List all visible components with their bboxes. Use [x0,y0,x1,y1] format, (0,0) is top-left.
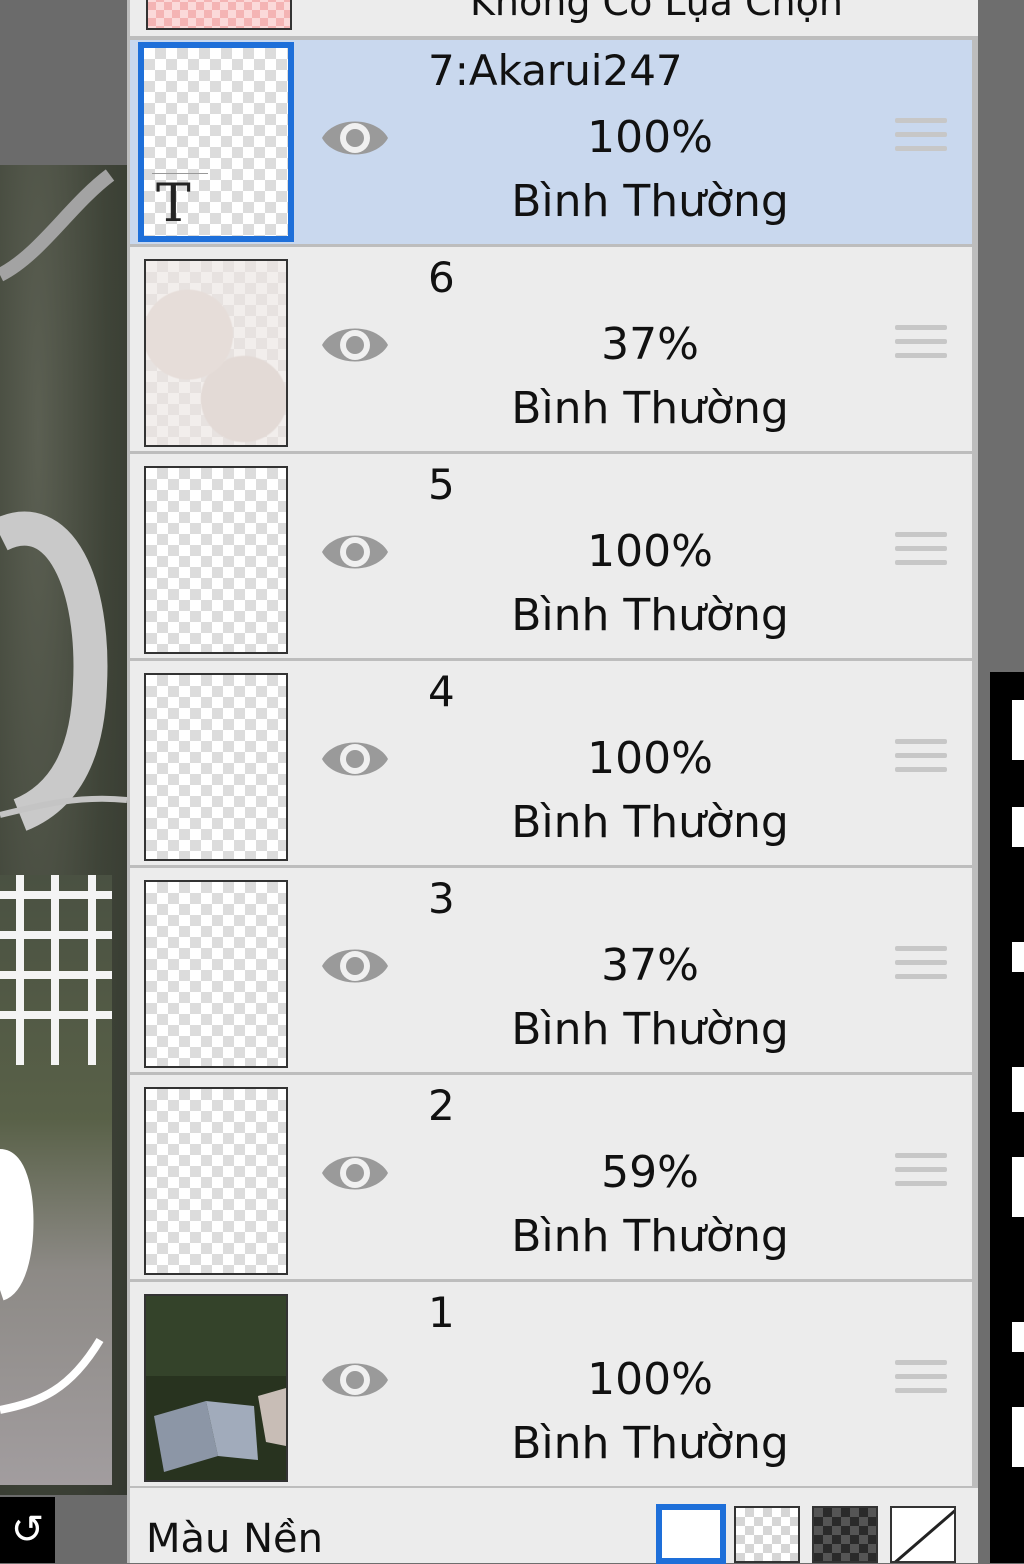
transparent-background-swatch[interactable] [734,1506,800,1563]
layer-blend-mode: Bình Thường [511,176,789,227]
layer-name: 3 [428,874,455,923]
settings-icon[interactable] [1012,1322,1024,1352]
selection-thumbnail [146,0,292,30]
visibility-eye-icon[interactable] [318,936,392,996]
layer-row-4[interactable]: 4 100% Bình Thường [130,661,972,865]
selection-layer-row[interactable]: Không Có Lựa Chọn [130,0,978,36]
selection-label: Không Có Lựa Chọn [470,0,843,24]
canvas-figure [0,1149,104,1414]
merge-icon[interactable] [1012,1157,1024,1217]
right-margin [980,0,1024,672]
canvas-artwork [0,169,127,831]
layer-row-7[interactable]: T 7:Akarui247 100% Bình Thường [130,40,972,244]
move-down-icon[interactable] [1012,1067,1024,1112]
layer-name: 4 [428,667,455,716]
canvas-grid-overlay [0,875,112,1065]
layer-panel: Không Có Lựa Chọn T 7:Akarui247 100% Bìn… [127,0,978,1564]
visibility-eye-icon[interactable] [318,1143,392,1203]
layer-thumbnail [144,880,288,1068]
layer-row-3[interactable]: 3 37% Bình Thường [130,868,972,1072]
photo-thumbnail-art [146,1296,286,1480]
layer-blend-mode: Bình Thường [511,797,789,848]
drag-handle-icon[interactable] [895,739,947,783]
background-color-label: Màu Nền [146,1516,323,1562]
layer-opacity: 100% [587,733,713,784]
delete-icon[interactable] [1012,1407,1024,1467]
layer-blend-mode: Bình Thường [511,383,789,434]
undo-arrow-icon[interactable]: ↺ [0,1497,55,1563]
drag-handle-icon[interactable] [895,118,947,162]
visibility-eye-icon[interactable] [318,729,392,789]
visibility-eye-icon[interactable] [318,108,392,168]
layer-blend-mode: Bình Thường [511,1418,789,1469]
layer-opacity: 100% [587,1354,713,1405]
side-toolbar [990,672,1024,1563]
layer-row-2[interactable]: 2 59% Bình Thường [130,1075,972,1279]
menu-icon[interactable] [1012,700,1024,760]
canvas-preview[interactable] [0,0,127,1563]
drag-handle-icon[interactable] [895,1153,947,1197]
layer-row-5[interactable]: 5 100% Bình Thường [130,454,972,658]
add-layer-icon[interactable] [1012,807,1024,847]
layer-thumbnail [144,1294,288,1482]
layer-opacity: 100% [587,112,713,163]
layer-thumbnail [144,1087,288,1275]
layer-thumbnail [144,466,288,654]
visibility-eye-icon[interactable] [318,522,392,582]
layer-opacity: 100% [587,526,713,577]
visibility-eye-icon[interactable] [318,315,392,375]
layer-thumbnail [144,259,288,447]
layer-opacity: 37% [601,940,699,991]
drag-handle-icon[interactable] [895,946,947,990]
no-background-swatch[interactable] [890,1506,956,1563]
layer-row-6[interactable]: 6 37% Bình Thường [130,247,972,451]
drag-handle-icon[interactable] [895,325,947,369]
drag-handle-icon[interactable] [895,532,947,576]
drag-handle-icon[interactable] [895,1360,947,1404]
white-background-swatch[interactable] [656,1504,726,1564]
layer-blend-mode: Bình Thường [511,590,789,641]
layer-name: 2 [428,1081,455,1130]
move-up-icon[interactable] [1012,942,1024,972]
layer-blend-mode: Bình Thường [511,1004,789,1055]
text-layer-icon: T [156,174,191,234]
background-color-row: Màu Nền [130,1488,978,1564]
dark-checker-background-swatch[interactable] [812,1506,878,1563]
layer-name: 6 [428,253,455,302]
layer-blend-mode: Bình Thường [511,1211,789,1262]
layer-name: 1 [428,1288,455,1337]
layer-name: 5 [428,460,455,509]
layer-row-1[interactable]: 1 100% Bình Thường [130,1282,972,1486]
layer-name: 7:Akarui247 [428,46,683,95]
layer-thumbnail [144,673,288,861]
layer-thumbnail: T [138,42,294,242]
layer-opacity: 37% [601,319,699,370]
visibility-eye-icon[interactable] [318,1350,392,1410]
layer-opacity: 59% [601,1147,699,1198]
